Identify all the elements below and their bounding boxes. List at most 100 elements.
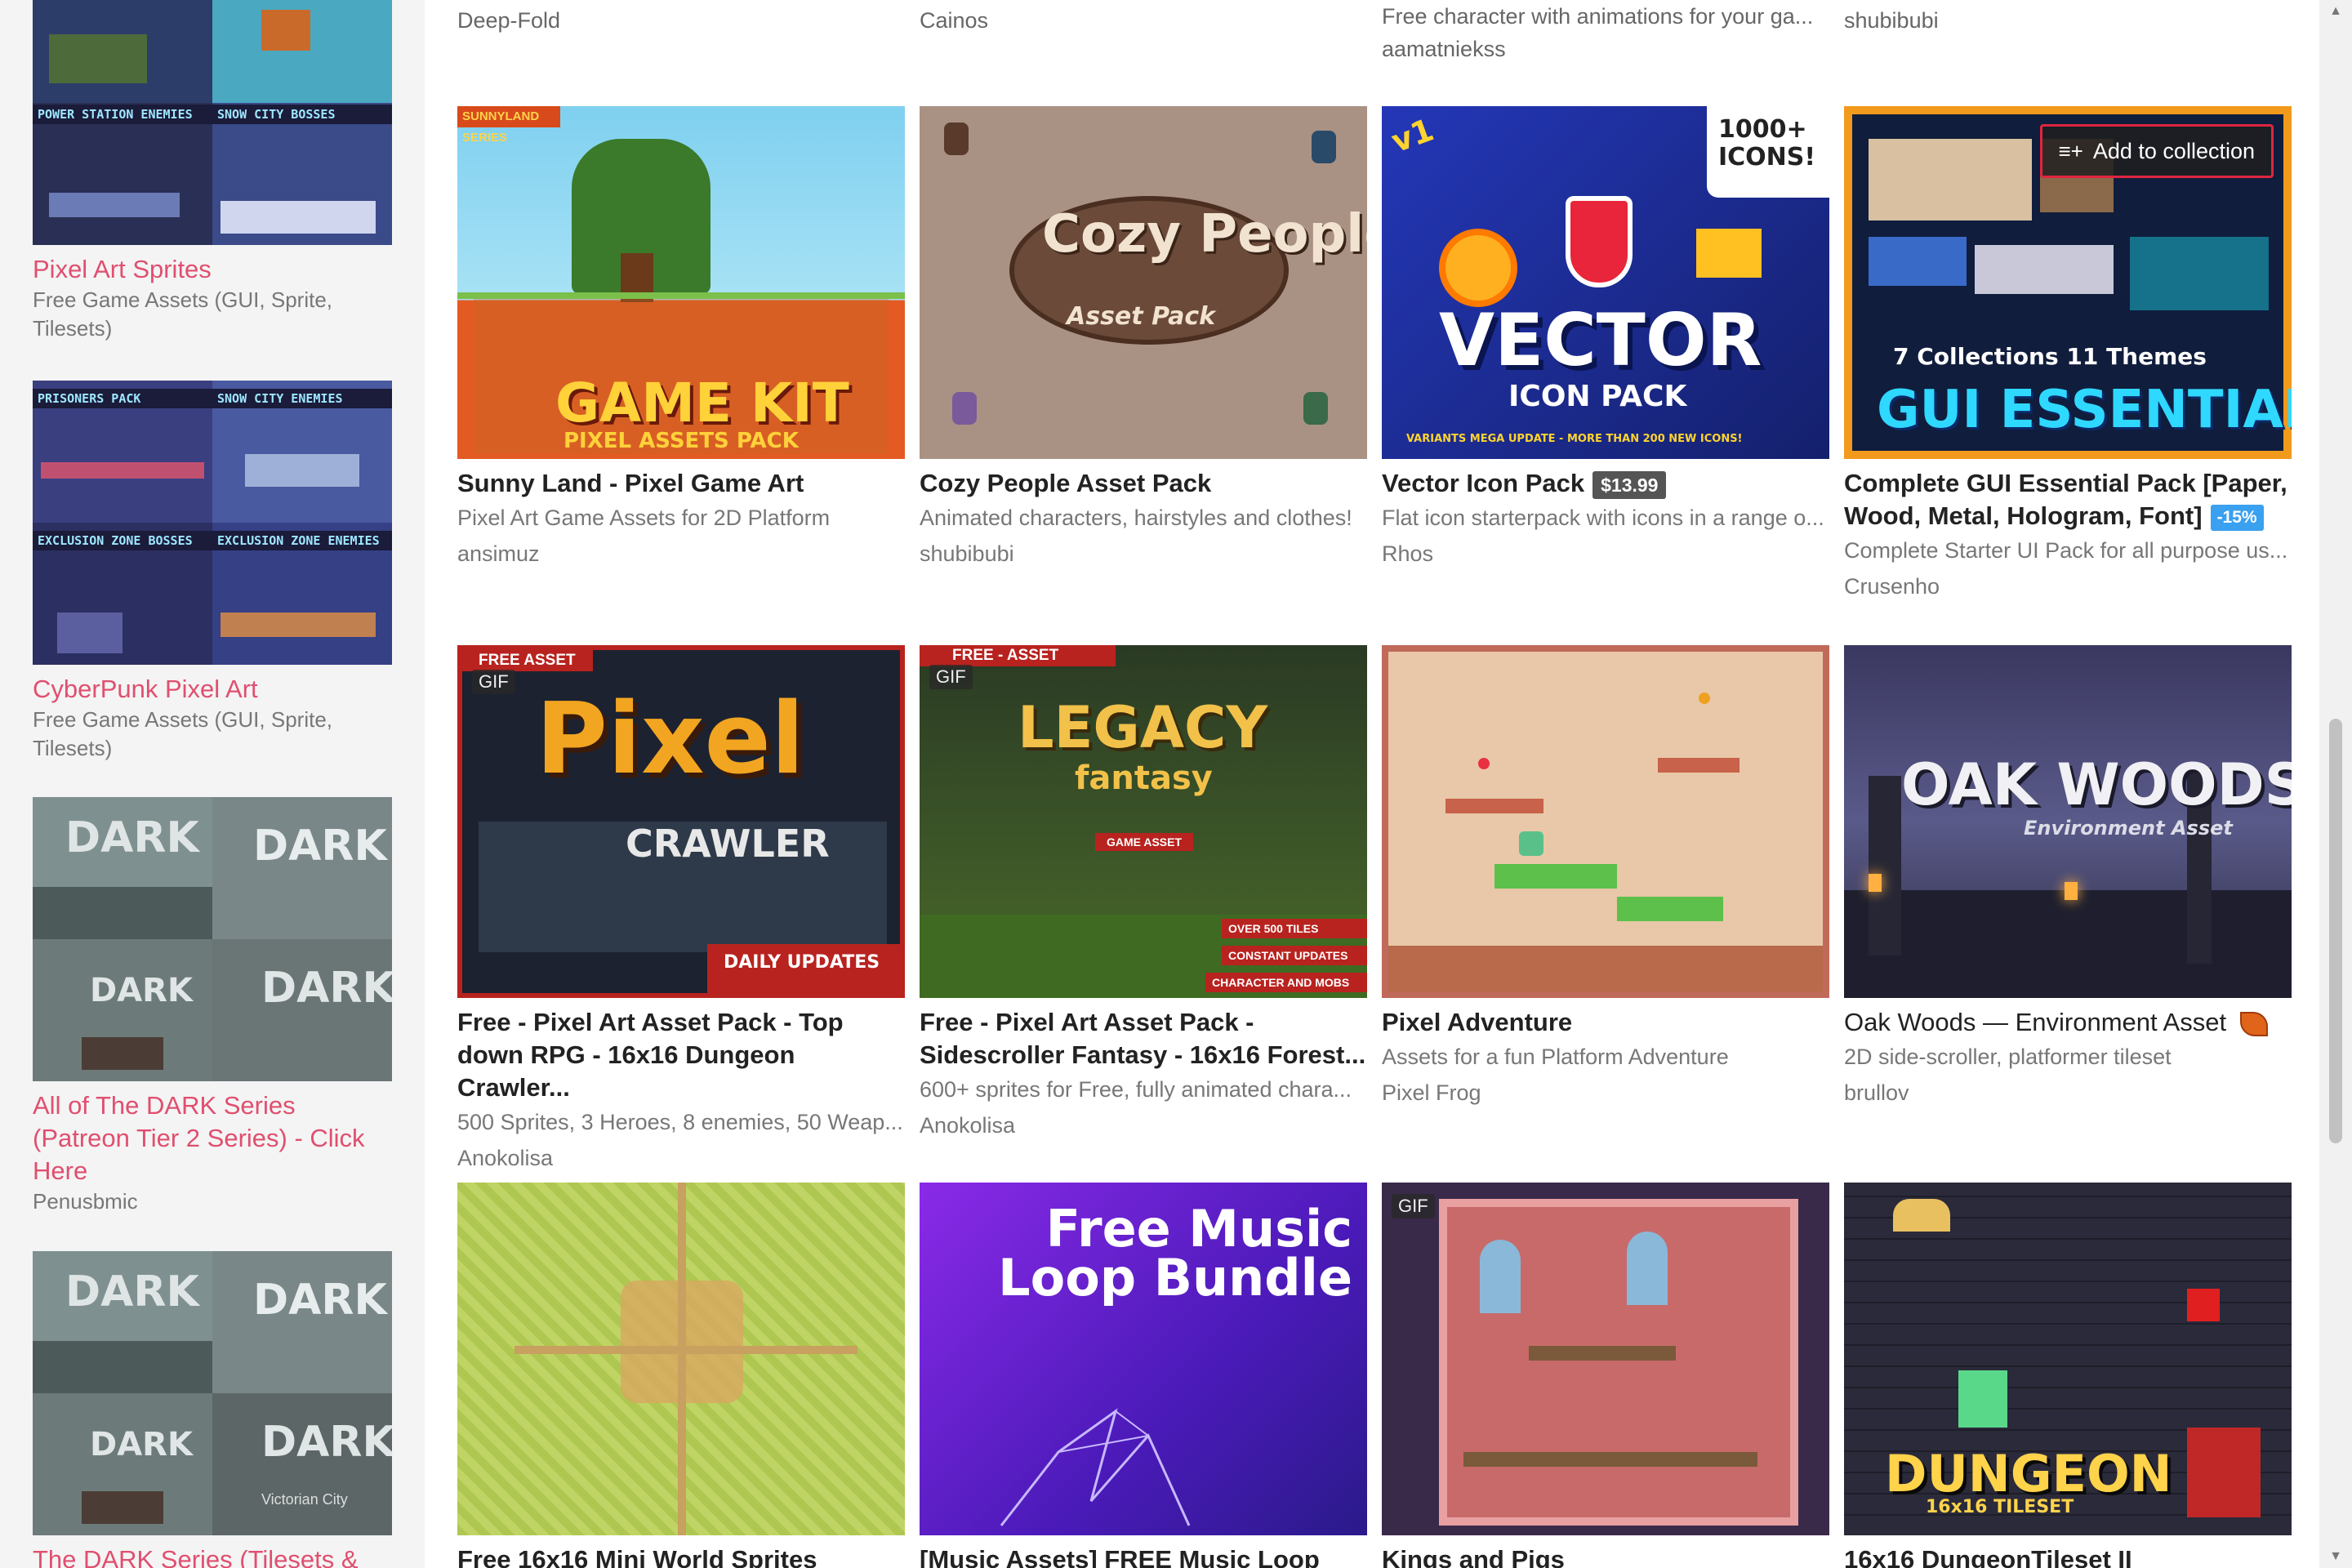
card-thumbnail[interactable]: v1 1000+ ICONS! VECTOR ICON PACK VARIANT…	[1382, 106, 1829, 459]
scrollbar[interactable]: ▲ ▼	[2319, 0, 2352, 1568]
asset-card[interactable]: FREE ASSET GIF Pixel CRAWLER DAILY UPDAT…	[457, 645, 905, 1176]
art-subtitle: CRAWLER	[626, 822, 830, 866]
asset-card[interactable]: 7 Collections 11 Themes GUI ESSENTIAL ≡+…	[1844, 106, 2292, 604]
thumb-text: DARK	[253, 1276, 387, 1325]
thumb-text: DARK	[65, 813, 199, 862]
sidebar-item[interactable]: POWER STATION ENEMIES SNOW CITY BOSSES P…	[33, 0, 392, 343]
card-thumbnail[interactable]: SUNNYLAND SERIES GAME KIT PIXEL ASSETS P…	[457, 106, 905, 459]
card-author[interactable]: Anokolisa	[457, 1140, 905, 1176]
previous-card-meta[interactable]: Deep-Fold	[457, 0, 905, 37]
art-subtitle: PIXEL ASSETS PACK	[564, 429, 799, 453]
asset-grid: Deep-Fold Cainos Free character with ani…	[425, 0, 2319, 1568]
asset-card[interactable]: FREE - ASSET GIF LEGACY fantasy GAME ASS…	[920, 645, 1367, 1143]
card-author[interactable]: Crusenho	[1844, 568, 2292, 604]
card-thumbnail[interactable]: Cozy People Asset Pack	[920, 106, 1367, 459]
asset-card[interactable]: SUNNYLAND SERIES GAME KIT PIXEL ASSETS P…	[457, 106, 905, 572]
card-title-text[interactable]: Vector Icon Pack	[1382, 469, 1584, 497]
asset-card[interactable]: Free 16x16 Mini World Sprites	[457, 1183, 905, 1568]
card-author[interactable]: shubibubi	[1844, 4, 2292, 37]
card-title[interactable]: Sunny Land - Pixel Game Art	[457, 467, 905, 500]
art-footer: DAILY UPDATES	[724, 952, 880, 973]
sidebar-item-title[interactable]: All of The DARK Series (Patreon Tier 2 S…	[33, 1089, 392, 1187]
game-asset-tag: GAME ASSET	[1095, 833, 1193, 851]
scroll-up-icon[interactable]: ▲	[2329, 3, 2342, 20]
thumb-label: PRISONERS PACK	[33, 389, 212, 408]
asset-card[interactable]: OAK WOODS Environment Asset Oak Woods — …	[1844, 645, 2292, 1111]
feature-note: OVER 500 TILES	[1222, 919, 1367, 938]
asset-card[interactable]: Pixel Adventure Assets for a fun Platfor…	[1382, 645, 1829, 1111]
card-author[interactable]: Cainos	[920, 4, 1367, 37]
scrollbar-thumb[interactable]	[2329, 719, 2342, 1143]
card-title[interactable]: 16x16 DungeonTileset II	[1844, 1544, 2292, 1568]
card-thumbnail[interactable]: FREE ASSET GIF Pixel CRAWLER DAILY UPDAT…	[457, 645, 905, 998]
gif-badge: GIF	[929, 665, 973, 689]
card-thumbnail[interactable]	[457, 1183, 905, 1535]
card-thumbnail[interactable]: GIF	[1382, 1183, 1829, 1535]
card-author[interactable]: Rhos	[1382, 536, 1829, 572]
sidebar-item-title[interactable]: The DARK Series (Tilesets &	[33, 1544, 392, 1568]
card-author[interactable]: ansimuz	[457, 536, 905, 572]
card-title[interactable]: Free 16x16 Mini World Sprites	[457, 1544, 905, 1568]
asset-card[interactable]: GIF Kings and Pigs	[1382, 1183, 1829, 1568]
asset-card[interactable]: v1 1000+ ICONS! VECTOR ICON PACK VARIANT…	[1382, 106, 1829, 572]
card-title[interactable]: Oak Woods — Environment Asset	[1844, 1006, 2292, 1039]
art-title: Pixel	[536, 683, 805, 796]
card-title[interactable]: Pixel Adventure	[1382, 1006, 1829, 1039]
sidebar-thumbnail[interactable]: DARK DARK DARK DARK	[33, 797, 392, 1081]
thumb-label: EXCLUSION ZONE ENEMIES	[212, 531, 392, 550]
card-title[interactable]: Cozy People Asset Pack	[920, 467, 1367, 500]
asset-card[interactable]: DUNGEON 16x16 TILESET 16x16 DungeonTiles…	[1844, 1183, 2292, 1568]
card-title[interactable]: Free - Pixel Art Asset Pack - Sidescroll…	[920, 1006, 1367, 1071]
card-subtitle: 2D side-scroller, platformer tileset	[1844, 1045, 2172, 1069]
card-title[interactable]: Vector Icon Pack $13.99	[1382, 467, 1829, 500]
card-thumbnail[interactable]: Free Music Loop Bundle	[920, 1183, 1367, 1535]
previous-card-meta[interactable]: Free character with animations for your …	[1382, 0, 1829, 65]
feature-note: CHARACTER AND MOBS	[1205, 973, 1367, 992]
card-thumbnail[interactable]: 7 Collections 11 Themes GUI ESSENTIAL ≡+…	[1844, 106, 2292, 459]
thumb-label: SNOW CITY ENEMIES	[212, 389, 392, 408]
art-footer: VARIANTS MEGA UPDATE - MORE THAN 200 NEW…	[1406, 433, 1743, 445]
sidebar-item[interactable]: DARK DARK DARK DARK Victorian City The DA…	[33, 1251, 392, 1568]
thumb-text: DARK	[90, 1426, 193, 1463]
sidebar-item-title[interactable]: Pixel Art Sprites	[33, 253, 392, 286]
card-title[interactable]: Kings and Pigs	[1382, 1544, 1829, 1568]
sidebar-item[interactable]: PRISONERS PACK SNOW CITY ENEMIES EXCLUSI…	[33, 381, 392, 763]
art-title: DUNGEON	[1885, 1444, 2172, 1503]
asset-card[interactable]: Free Music Loop Bundle [Music Assets] FR…	[920, 1183, 1367, 1568]
card-thumbnail[interactable]: FREE - ASSET GIF LEGACY fantasy GAME ASS…	[920, 645, 1367, 998]
sidebar-thumbnail[interactable]: PRISONERS PACK SNOW CITY ENEMIES EXCLUSI…	[33, 381, 392, 665]
card-author[interactable]: Anokolisa	[920, 1107, 1367, 1143]
card-thumbnail[interactable]	[1382, 645, 1829, 998]
sidebar-item-subtitle: Free Game Assets (GUI, Sprite, Tilesets)	[33, 707, 332, 760]
card-title[interactable]: Free - Pixel Art Asset Pack - Top down R…	[457, 1006, 905, 1104]
card-title-text[interactable]: Oak Woods — Environment Asset	[1844, 1008, 2226, 1036]
sidebar-item-title[interactable]: CyberPunk Pixel Art	[33, 673, 392, 706]
asset-card[interactable]: Cozy People Asset Pack Cozy People Asset…	[920, 106, 1367, 572]
card-author[interactable]: brullov	[1844, 1075, 2292, 1111]
card-author[interactable]: Deep-Fold	[457, 4, 905, 37]
card-thumbnail[interactable]: OAK WOODS Environment Asset	[1844, 645, 2292, 998]
thumb-text: DARK	[261, 964, 392, 1013]
sidebar-thumbnail[interactable]: DARK DARK DARK DARK Victorian City	[33, 1251, 392, 1535]
card-title[interactable]: Complete GUI Essential Pack [Paper, Wood…	[1844, 467, 2292, 532]
card-author[interactable]: shubibubi	[920, 536, 1367, 572]
art-title: OAK WOODS	[1901, 751, 2292, 818]
sidebar-item[interactable]: DARK DARK DARK DARK All of The DARK Seri…	[33, 797, 392, 1216]
card-subtitle: Complete Starter UI Pack for all purpose…	[1844, 538, 2288, 563]
card-author[interactable]: aamatniekss	[1382, 33, 1829, 65]
card-title[interactable]: [Music Assets] FREE Music Loop	[920, 1544, 1367, 1568]
add-to-collection-button[interactable]: ≡+ Add to collection	[2039, 124, 2274, 178]
card-author[interactable]: Pixel Frog	[1382, 1075, 1829, 1111]
card-thumbnail[interactable]: DUNGEON 16x16 TILESET	[1844, 1183, 2292, 1535]
previous-card-meta[interactable]: shubibubi	[1844, 0, 2292, 37]
sidebar-thumbnail[interactable]: POWER STATION ENEMIES SNOW CITY BOSSES	[33, 0, 392, 245]
art-subtitle: 16x16 TILESET	[1926, 1497, 2074, 1517]
sidebar-item-author: Penusbmic	[33, 1189, 138, 1214]
previous-card-meta[interactable]: Cainos	[920, 0, 1367, 37]
price-badge: $13.99	[1592, 470, 1667, 499]
card-subtitle: Assets for a fun Platform Adventure	[1382, 1045, 1729, 1069]
thumb-text: DARK	[261, 1418, 392, 1467]
sidebar: POWER STATION ENEMIES SNOW CITY BOSSES P…	[0, 0, 425, 1568]
scroll-down-icon[interactable]: ▼	[2329, 1548, 2342, 1565]
series-tag: SUNNYLAND SERIES	[457, 106, 560, 145]
